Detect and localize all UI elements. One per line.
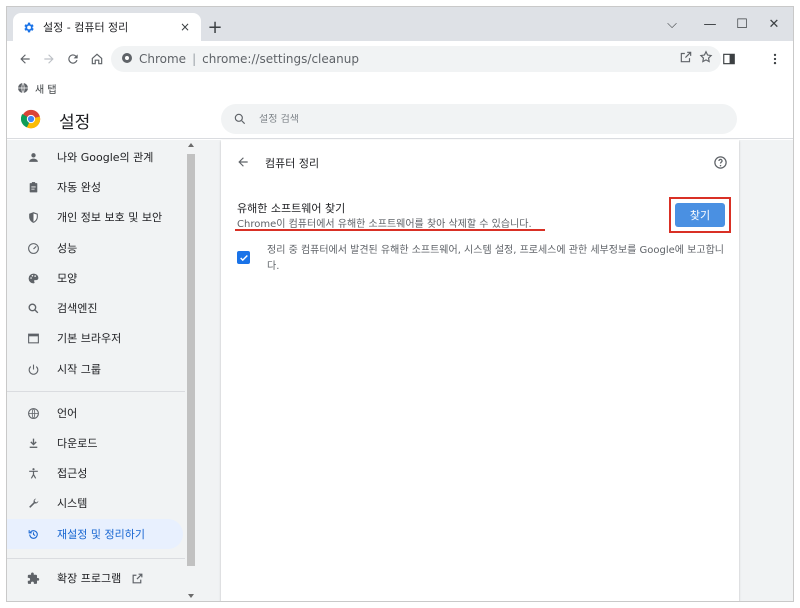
sidebar-item-label: 재설정 및 정리하기	[57, 528, 145, 541]
download-icon	[25, 435, 41, 451]
person-icon	[25, 149, 41, 165]
sidebar-item-label: 기본 브라우저	[57, 332, 122, 345]
sidebar-item-autofill[interactable]: 자동 완성	[7, 172, 183, 202]
scrollbar-thumb[interactable]	[187, 154, 195, 566]
external-link-icon	[132, 573, 143, 583]
sidebar-item-label: 시스템	[57, 497, 88, 510]
gear-icon	[21, 20, 35, 34]
scroll-down-icon[interactable]	[188, 594, 194, 598]
reload-icon[interactable]	[61, 47, 85, 71]
report-checkbox[interactable]	[237, 251, 250, 264]
back-arrow-icon[interactable]	[233, 152, 253, 172]
sidebar-item-appearance[interactable]: 모양	[7, 263, 183, 293]
checkmark-icon	[239, 254, 248, 261]
sidebar-item-label: 모양	[57, 272, 78, 285]
tab-title: 설정 - 컴퓨터 정리	[43, 21, 129, 34]
sidebar-divider	[7, 391, 185, 392]
speedometer-icon	[25, 240, 41, 256]
search-icon	[25, 300, 41, 316]
toolbar: Chrome | chrome://settings/cleanup	[7, 41, 793, 77]
minimize-button[interactable]: —	[693, 7, 727, 41]
shield-icon	[25, 209, 41, 225]
globe-icon	[25, 405, 41, 421]
browser-icon	[25, 330, 41, 346]
site-name: Chrome	[139, 52, 187, 66]
sidebar-item-label: 접근성	[57, 467, 88, 480]
back-arrow-icon[interactable]	[13, 47, 37, 71]
sidebar-item-label: 시작 그룹	[57, 363, 101, 376]
highlight-underline	[235, 229, 545, 231]
home-icon[interactable]	[85, 47, 109, 71]
maximize-button[interactable]: ☐	[725, 7, 759, 41]
tab-search-icon[interactable]: ⌵	[655, 7, 689, 41]
chrome-logo-icon	[21, 109, 41, 129]
sidebar-divider	[7, 558, 185, 559]
wrench-icon	[25, 495, 41, 511]
sidebar-item-downloads[interactable]: 다운로드	[7, 428, 183, 458]
report-checkbox-label: 정리 중 컴퓨터에서 발견된 유해한 소프트웨어, 시스템 설정, 프로세스에 …	[267, 245, 724, 272]
settings-search[interactable]	[221, 104, 737, 134]
sidebar-item-on-startup[interactable]: 시작 그룹	[7, 354, 183, 384]
scroll-up-icon[interactable]	[188, 143, 194, 147]
sidebar-scrollbar[interactable]	[185, 140, 197, 601]
tab-settings[interactable]: 설정 - 컴퓨터 정리 ×	[13, 13, 201, 41]
sidebar-item-performance[interactable]: 성능	[7, 233, 183, 263]
url-separator: |	[192, 52, 197, 66]
globe-icon	[18, 82, 28, 94]
close-window-button[interactable]: ✕	[757, 7, 791, 41]
sidebar-item-label: 확장 프로그램	[57, 572, 122, 585]
sidebar-item-label: 개인 정보 보호 및 보안	[57, 211, 163, 224]
find-button[interactable]: 찾기	[675, 203, 725, 227]
puzzle-icon	[25, 570, 41, 586]
sidebar-item-label: 성능	[57, 242, 78, 255]
sidebar-item-default-browser[interactable]: 기본 브라우저	[7, 323, 183, 353]
sidebar-item-search-engine[interactable]: 검색엔진	[7, 293, 183, 323]
content-area: 나와 Google의 관계 자동 완성 개인 정보 보호 및 보안 성능 모양 …	[7, 140, 793, 601]
sidebar-item-privacy[interactable]: 개인 정보 보호 및 보안	[7, 202, 183, 232]
sidebar-item-languages[interactable]: 언어	[7, 398, 183, 428]
forward-arrow-icon[interactable]	[37, 47, 61, 71]
palette-icon	[25, 270, 41, 286]
address-bar[interactable]: Chrome | chrome://settings/cleanup	[111, 46, 721, 72]
sidebar: 나와 Google의 관계 자동 완성 개인 정보 보호 및 보안 성능 모양 …	[7, 140, 185, 601]
title-bar: 설정 - 컴퓨터 정리 × + ⌵ — ☐ ✕	[7, 7, 793, 41]
sidebar-item-label: 언어	[57, 407, 78, 420]
sidebar-item-system[interactable]: 시스템	[7, 488, 183, 518]
share-icon[interactable]	[679, 50, 693, 67]
power-icon	[25, 361, 41, 377]
sidebar-item-you-and-google[interactable]: 나와 Google의 관계	[7, 142, 183, 172]
page-gutter	[751, 140, 793, 601]
card-title: 컴퓨터 정리	[265, 157, 320, 170]
side-panel-icon[interactable]	[717, 47, 741, 71]
bookmark-new-tab[interactable]: 새 탭	[35, 81, 57, 96]
search-icon	[234, 113, 246, 125]
url-text: chrome://settings/cleanup	[202, 52, 359, 66]
find-harmful-title: 유해한 소프트웨어 찾기	[237, 202, 346, 215]
sidebar-item-extensions[interactable]: 확장 프로그램	[7, 563, 183, 593]
sidebar-item-label: 다운로드	[57, 437, 98, 450]
bookmark-star-icon[interactable]	[699, 50, 713, 67]
clipboard-icon	[25, 179, 41, 195]
find-harmful-description: Chrome이 컴퓨터에서 유해한 소프트웨어를 찾아 삭제할 수 있습니다.	[237, 219, 532, 230]
restore-icon	[25, 526, 41, 542]
help-icon[interactable]	[711, 153, 729, 171]
chrome-site-icon	[121, 52, 133, 67]
cleanup-card: 컴퓨터 정리 유해한 소프트웨어 찾기 Chrome이 컴퓨터에서 유해한 소프…	[221, 140, 739, 601]
sidebar-item-reset-cleanup[interactable]: 재설정 및 정리하기	[7, 519, 183, 549]
new-tab-button[interactable]: +	[205, 17, 225, 38]
accessibility-icon	[25, 465, 41, 481]
page-title: 설정	[59, 113, 91, 133]
menu-kebab-icon[interactable]	[763, 47, 787, 71]
sidebar-item-label: 나와 Google의 관계	[57, 151, 154, 164]
sidebar-item-accessibility[interactable]: 접근성	[7, 458, 183, 488]
sidebar-item-label: 자동 완성	[57, 181, 101, 194]
highlight-box: 찾기	[669, 197, 731, 233]
sidebar-item-label: 검색엔진	[57, 302, 98, 315]
bookmarks-bar: 새 탭	[7, 77, 793, 99]
tab-close-icon[interactable]: ×	[177, 19, 193, 35]
browser-window: 설정 - 컴퓨터 정리 × + ⌵ — ☐ ✕ Chrome | chrome:…	[6, 6, 794, 602]
search-input[interactable]	[259, 113, 659, 125]
settings-header: 설정	[7, 99, 793, 139]
